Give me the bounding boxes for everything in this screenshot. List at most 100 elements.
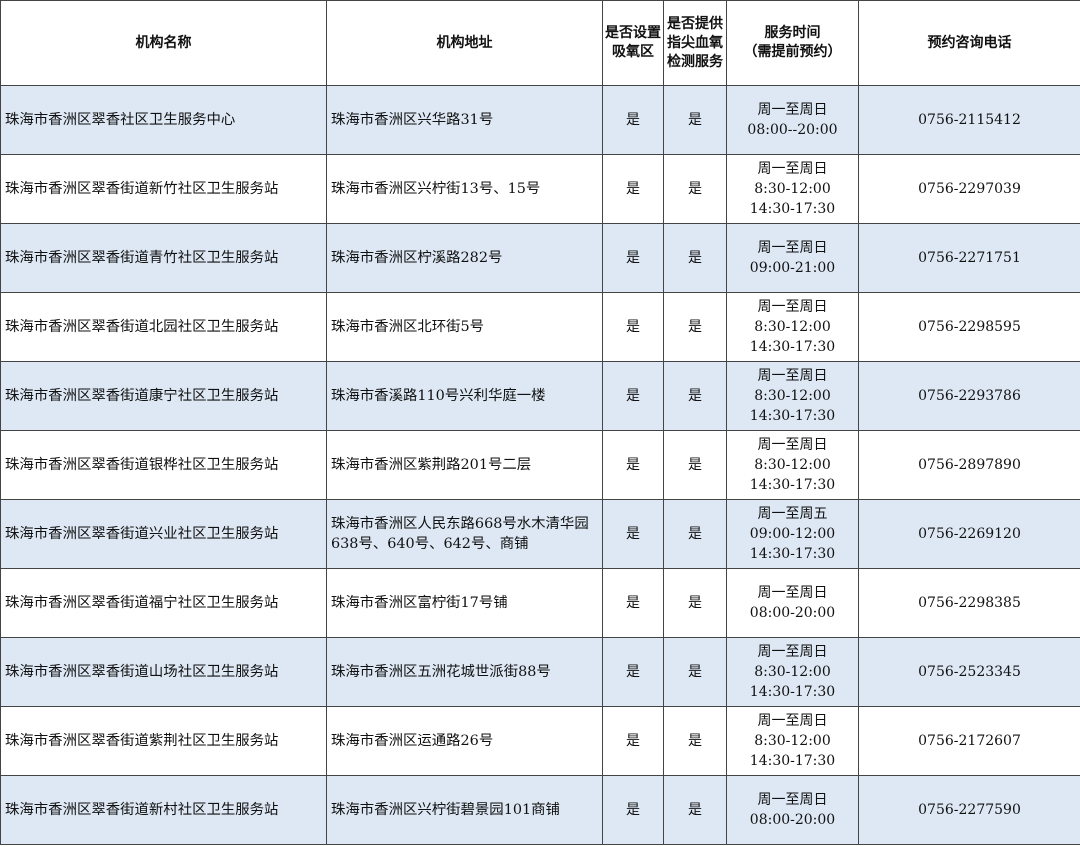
phone-number: 0756-2115412 — [858, 85, 1080, 155]
spo2-service-value: 是 — [663, 568, 727, 638]
table-row: 珠海市香洲区翠香街道兴业社区卫生服务站 珠海市香洲区人民东路668号水木清华园63… — [0, 499, 1080, 569]
service-time: 周一至周日 8:30-12:00 14:30-17:30 — [726, 637, 859, 707]
service-time-line: 14:30-17:30 — [749, 201, 836, 217]
oxygen-area-value: 是 — [602, 85, 664, 155]
service-time: 周一至周日 8:30-12:00 14:30-17:30 — [726, 706, 859, 776]
service-time-line: 14:30-17:30 — [749, 684, 836, 700]
clinic-address: 珠海市香洲区北环街5号 — [326, 292, 603, 362]
service-time-line: 08:00--20:00 — [747, 122, 838, 138]
service-time-line: 周一至周日 — [757, 102, 828, 118]
service-time: 周一至周日 09:00-21:00 — [726, 223, 859, 293]
spo2-service-value: 是 — [663, 85, 727, 155]
clinic-address: 珠海市香洲区柠溪路282号 — [326, 223, 603, 293]
clinic-name: 珠海市香洲区翠香街道山场社区卫生服务站 — [0, 637, 327, 707]
phone-number: 0756-2277590 — [858, 775, 1080, 845]
clinic-address: 珠海市香洲区运通路26号 — [326, 706, 603, 776]
table-row: 珠海市香洲区翠香社区卫生服务中心 珠海市香洲区兴华路31号是是 周一至周日 08:00… — [0, 85, 1080, 155]
service-time-line: 周一至周日 — [757, 240, 828, 256]
oxygen-area-value: 是 — [602, 637, 664, 707]
service-time-line: 8:30-12:00 — [754, 388, 831, 404]
oxygen-area-value: 是 — [602, 568, 664, 638]
spo2-service-value: 是 — [663, 223, 727, 293]
service-time: 周一至周日 8:30-12:00 14:30-17:30 — [726, 292, 859, 362]
clinic-name: 珠海市香洲区翠香街道新村社区卫生服务站 — [0, 775, 327, 845]
clinic-table: 机构名称 机构地址 是否设置吸氧区 是否提供指尖血氧检测服务 服务时间 （需提前… — [0, 0, 1080, 845]
header-service-time: 服务时间 （需提前预约） — [726, 0, 859, 86]
header-address: 机构地址 — [326, 0, 603, 86]
service-time-line: 14:30-17:30 — [749, 477, 836, 493]
clinic-name: 珠海市香洲区翠香街道北园社区卫生服务站 — [0, 292, 327, 362]
oxygen-area-value: 是 — [602, 499, 664, 569]
oxygen-area-value: 是 — [602, 223, 664, 293]
table-row: 珠海市香洲区翠香街道新村社区卫生服务站 珠海市香洲区兴柠街碧景园101商铺是是周一… — [0, 775, 1080, 845]
header-row: 机构名称 机构地址 是否设置吸氧区 是否提供指尖血氧检测服务 服务时间 （需提前… — [0, 0, 1080, 86]
spo2-service-value: 是 — [663, 430, 727, 500]
table-row: 珠海市香洲区翠香街道青竹社区卫生服务站 珠海市香洲区柠溪路282号是是 周一至周日 0… — [0, 223, 1080, 293]
clinic-address: 珠海市香洲区紫荆路201号二层 — [326, 430, 603, 500]
oxygen-area-value: 是 — [602, 154, 664, 224]
service-time-line: 周一至周日 — [757, 299, 828, 315]
service-time: 周一至周日 08:00-20:00 — [726, 775, 859, 845]
service-time: 周一至周日 08:00--20:00 — [726, 85, 859, 155]
clinic-name: 珠海市香洲区翠香街道银桦社区卫生服务站 — [0, 430, 327, 500]
table-row: 珠海市香洲区翠香街道康宁社区卫生服务站 珠海市香溪路110号兴利华庭一楼是是周一至… — [0, 361, 1080, 431]
service-time-line: 14:30-17:30 — [749, 408, 836, 424]
header-phone: 预约咨询电话 — [858, 0, 1080, 86]
clinic-address: 珠海市香洲区兴华路31号 — [326, 85, 603, 155]
spo2-service-value: 是 — [663, 775, 727, 845]
service-time-line: 周一至周五 — [757, 506, 828, 522]
phone-number: 0756-2897890 — [858, 430, 1080, 500]
table-row: 珠海市香洲区翠香街道北园社区卫生服务站 珠海市香洲区北环街5号是是 周一至周日 8:3… — [0, 292, 1080, 362]
phone-number: 0756-2269120 — [858, 499, 1080, 569]
service-time-line: 14:30-17:30 — [749, 339, 836, 355]
table-row: 珠海市香洲区翠香街道福宁社区卫生服务站 珠海市香洲区富柠街17号铺是是 周一至周日 0… — [0, 568, 1080, 638]
phone-number: 0756-2523345 — [858, 637, 1080, 707]
service-time-line: 08:00-20:00 — [749, 605, 836, 621]
phone-number: 0756-2271751 — [858, 223, 1080, 293]
clinic-name: 珠海市香洲区翠香街道新竹社区卫生服务站 — [0, 154, 327, 224]
clinic-address: 珠海市香溪路110号兴利华庭一楼 — [326, 361, 603, 431]
clinic-name: 珠海市香洲区翠香街道紫荆社区卫生服务站 — [0, 706, 327, 776]
spo2-service-value: 是 — [663, 154, 727, 224]
clinic-name: 珠海市香洲区翠香街道青竹社区卫生服务站 — [0, 223, 327, 293]
table-row: 珠海市香洲区翠香街道新竹社区卫生服务站 珠海市香洲区兴柠街13号、15号是是周一至… — [0, 154, 1080, 224]
service-time-line: 8:30-12:00 — [754, 664, 831, 680]
oxygen-area-value: 是 — [602, 361, 664, 431]
oxygen-area-value: 是 — [602, 706, 664, 776]
table-row: 珠海市香洲区翠香街道山场社区卫生服务站 珠海市香洲区五洲花城世派街88号是是周一至… — [0, 637, 1080, 707]
service-time-line: 8:30-12:00 — [754, 457, 831, 473]
spo2-service-value: 是 — [663, 706, 727, 776]
spo2-service-value: 是 — [663, 499, 727, 569]
spo2-service-value: 是 — [663, 637, 727, 707]
service-time-line: 08:00-20:00 — [749, 812, 836, 828]
service-time-line: 周一至周日 — [757, 792, 828, 808]
phone-number: 0756-2297039 — [858, 154, 1080, 224]
service-time-line: 09:00-21:00 — [749, 260, 836, 276]
clinic-name: 珠海市香洲区翠香街道康宁社区卫生服务站 — [0, 361, 327, 431]
phone-number: 0756-2293786 — [858, 361, 1080, 431]
clinic-name: 珠海市香洲区翠香社区卫生服务中心 — [0, 85, 327, 155]
service-time-line: 14:30-17:30 — [749, 753, 836, 769]
service-time: 周一至周五 09:00-12:00 14:30-17:30 — [726, 499, 859, 569]
clinic-address: 珠海市香洲区富柠街17号铺 — [326, 568, 603, 638]
service-time: 周一至周日 8:30-12:00 14:30-17:30 — [726, 154, 859, 224]
header-oxygen-area: 是否设置吸氧区 — [602, 0, 664, 86]
service-time-line: 周一至周日 — [757, 437, 828, 453]
oxygen-area-value: 是 — [602, 775, 664, 845]
spo2-service-value: 是 — [663, 361, 727, 431]
service-time: 周一至周日 08:00-20:00 — [726, 568, 859, 638]
service-time-line: 周一至周日 — [757, 585, 828, 601]
table-row: 珠海市香洲区翠香街道银桦社区卫生服务站 珠海市香洲区紫荆路201号二层是是周一至周… — [0, 430, 1080, 500]
service-time: 周一至周日 8:30-12:00 14:30-17:30 — [726, 361, 859, 431]
service-time: 周一至周日 8:30-12:00 14:30-17:30 — [726, 430, 859, 500]
header-service-time-line2: （需提前预约） — [743, 44, 842, 60]
service-time-line: 周一至周日 — [757, 713, 828, 729]
service-time-line: 周一至周日 — [757, 368, 828, 384]
service-time-line: 09:00-12:00 — [749, 526, 836, 542]
service-time-line: 8:30-12:00 — [754, 733, 831, 749]
phone-number: 0756-2298595 — [858, 292, 1080, 362]
clinic-name: 珠海市香洲区翠香街道兴业社区卫生服务站 — [0, 499, 327, 569]
header-service-time-line1: 服务时间 — [764, 25, 821, 41]
service-time-line: 8:30-12:00 — [754, 181, 831, 197]
clinic-address: 珠海市香洲区兴柠街碧景园101商铺 — [326, 775, 603, 845]
